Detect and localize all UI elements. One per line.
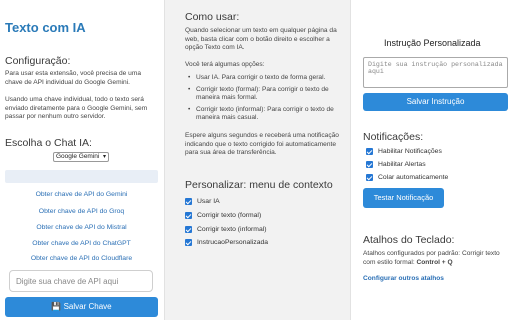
context-menu-heading: Personalizar: menu de contexto: [185, 179, 333, 191]
config-privacy-note: Usando uma chave individual, todo o text…: [5, 96, 148, 121]
list-item: Usar IA. Para corrigir o texto de forma …: [186, 74, 336, 83]
checkbox-checked-icon: [185, 198, 192, 205]
enable-alerts-checkbox[interactable]: Habilitar Alertas: [366, 161, 426, 168]
api-key-placeholder: Digite sua chave de API aqui: [16, 277, 119, 286]
enable-notifications-checkbox[interactable]: Habilitar Notificações: [366, 148, 442, 155]
shortcuts-heading: Atalhos do Teclado:: [363, 234, 455, 246]
checkbox-checked-icon: [185, 239, 192, 246]
auto-paste-checkbox[interactable]: Colar automaticamente: [366, 174, 448, 181]
options-list: Usar IA. Para corrigir o texto de forma …: [186, 74, 336, 126]
app-title: Texto com IA: [5, 20, 86, 35]
list-item: Corrigir texto (formal): Para corrigir o…: [186, 86, 336, 103]
menu-item-custom[interactable]: InstrucaoPersonalizada: [185, 239, 268, 246]
settings-panel: Texto com IA Configuração: Para usar est…: [0, 0, 165, 320]
checkbox-checked-icon: [185, 226, 192, 233]
menu-item-informal[interactable]: Corrigir texto (informal): [185, 226, 267, 233]
shortcut-keys: Control + Q: [416, 258, 453, 266]
config-description: Para usar esta extensão, você precisa de…: [5, 70, 141, 86]
notifications-heading: Notificações:: [363, 131, 424, 143]
save-key-button[interactable]: 💾 Salvar Chave: [5, 297, 158, 317]
link-gemini-key[interactable]: Obter chave de API do Gemini: [5, 191, 158, 198]
custom-instruction-textarea[interactable]: Digite sua instrução personalizada aqui: [363, 57, 508, 88]
list-item: Corrigir texto (informal): Para corrigir…: [186, 106, 336, 123]
how-to-description: Quando selecionar um texto em qualquer p…: [185, 27, 337, 52]
how-to-options-intro: Você terá algumas opções:: [185, 61, 265, 68]
menu-item-usar-ia[interactable]: Usar IA: [185, 198, 220, 205]
checkbox-checked-icon: [185, 212, 192, 219]
checkbox-checked-icon: [366, 161, 373, 168]
how-to-heading: Como usar:: [185, 11, 240, 23]
options-panel: [350, 0, 512, 320]
status-bar: [5, 170, 158, 183]
custom-instruction-heading: Instrução Personalizada: [384, 38, 481, 48]
link-mistral-key[interactable]: Obter chave de API do Mistral: [5, 224, 158, 231]
link-groq-key[interactable]: Obter chave de API do Groq: [5, 208, 158, 215]
chevron-down-icon: ▾: [102, 154, 106, 160]
checkbox-checked-icon: [366, 174, 373, 181]
link-chatgpt-key[interactable]: Obter chave de API do ChatGPT: [5, 240, 158, 247]
test-notification-button[interactable]: Testar Notificação: [363, 188, 444, 208]
configure-shortcuts-link[interactable]: Configurar outros atalhos: [363, 275, 444, 284]
chat-ai-select[interactable]: Google Gemini ▾: [53, 152, 109, 162]
api-key-input[interactable]: Digite sua chave de API aqui: [9, 270, 153, 292]
chat-heading: Escolha o Chat IA:: [5, 137, 92, 149]
shortcuts-description: Atalhos configurados por padrão: Corrigi…: [363, 250, 500, 266]
checkbox-checked-icon: [366, 148, 373, 155]
how-to-note: Espere alguns segundos e receberá uma no…: [185, 132, 339, 157]
link-cloudflare-key[interactable]: Obter chave de API do Cloudflare: [5, 255, 158, 262]
chat-select-value: Google Gemini: [56, 153, 100, 160]
save-instruction-button[interactable]: Salvar Instrução: [363, 93, 508, 111]
custom-instruction-placeholder: Digite sua instrução personalizada aqui: [368, 61, 503, 75]
menu-item-formal[interactable]: Corrigir texto (formal): [185, 212, 261, 219]
config-heading: Configuração:: [5, 55, 71, 67]
